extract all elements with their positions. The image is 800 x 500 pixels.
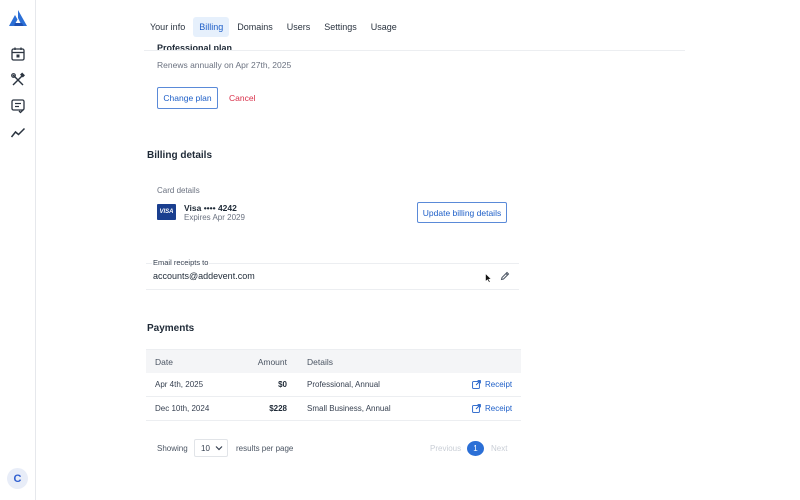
table-row: Apr 4th, 2025 $0 Professional, Annual Re… (146, 373, 521, 397)
column-header-date: Date (155, 356, 173, 367)
showing-label: Showing (157, 444, 188, 453)
visa-card-icon: VISA (157, 204, 176, 220)
tools-icon[interactable] (10, 72, 26, 88)
sidebar: C (0, 0, 36, 500)
payment-details: Small Business, Annual (307, 404, 391, 413)
analytics-icon[interactable] (10, 125, 26, 141)
receipt-link[interactable]: Receipt (472, 404, 512, 413)
payments-table: Date Amount Details Apr 4th, 2025 $0 Pro… (146, 349, 521, 421)
card-number: Visa •••• 4242 (184, 203, 237, 213)
receipt-label: Receipt (485, 404, 513, 413)
calendar-icon[interactable] (10, 46, 26, 62)
column-header-amount: Amount (257, 356, 287, 367)
payments-heading: Payments (147, 323, 195, 334)
tab-usage[interactable]: Usage (365, 17, 403, 37)
payment-details: Professional, Annual (307, 380, 380, 389)
previous-page-button[interactable]: Previous (430, 444, 461, 453)
tab-billing[interactable]: Billing (193, 17, 230, 37)
logo-icon[interactable] (9, 10, 27, 26)
payment-date: Apr 4th, 2025 (155, 380, 204, 389)
tab-your-info[interactable]: Your info (144, 17, 191, 37)
change-plan-button[interactable]: Change plan (157, 87, 218, 109)
card-details-label: Card details (157, 186, 200, 195)
tab-settings[interactable]: Settings (318, 17, 363, 37)
checklist-icon[interactable] (10, 98, 26, 114)
payment-amount: $228 (269, 404, 287, 413)
chevron-down-icon (215, 446, 223, 451)
receipt-label: Receipt (485, 380, 513, 389)
payment-date: Dec 10th, 2024 (155, 404, 210, 413)
table-row: Dec 10th, 2024 $228 Small Business, Annu… (146, 397, 521, 421)
column-header-details: Details (307, 356, 333, 367)
receipt-link[interactable]: Receipt (472, 380, 512, 389)
table-header: Date Amount Details (146, 349, 521, 373)
update-billing-button[interactable]: Update billing details (417, 202, 507, 223)
email-receipts-label: Email receipts to (152, 258, 210, 267)
card-expiry: Expires Apr 2029 (184, 213, 245, 222)
tab-users[interactable]: Users (281, 17, 317, 37)
mouse-cursor-icon (485, 273, 492, 283)
tab-domains[interactable]: Domains (231, 17, 279, 37)
external-link-icon (472, 404, 481, 413)
payment-amount: $0 (278, 380, 287, 389)
email-receipts-value: accounts@addevent.com (153, 271, 255, 281)
results-per-page-label: results per page (236, 444, 294, 453)
edit-pencil-icon[interactable] (500, 271, 510, 281)
per-page-select[interactable]: 10 (194, 439, 228, 457)
cancel-plan-link[interactable]: Cancel (229, 93, 255, 103)
tabs-divider (144, 50, 685, 51)
per-page-value: 10 (201, 443, 210, 453)
settings-tabs: Your info Billing Domains Users Settings… (144, 17, 405, 37)
avatar[interactable]: C (7, 468, 28, 489)
external-link-icon (472, 380, 481, 389)
next-page-button[interactable]: Next (491, 444, 507, 453)
page-1-button[interactable]: 1 (467, 441, 484, 456)
billing-details-heading: Billing details (147, 150, 213, 161)
plan-renewal-text: Renews annually on Apr 27th, 2025 (157, 60, 292, 70)
